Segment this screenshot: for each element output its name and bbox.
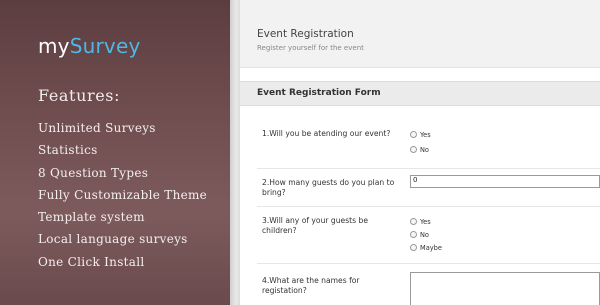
promo-panel: mySurvey Features: Unlimited Surveys Sta… <box>0 0 230 305</box>
guest-names-textarea[interactable] <box>410 272 600 305</box>
question-4-label: 4.What are the names for registation? <box>262 276 360 295</box>
option-label: No <box>420 231 429 239</box>
logo-survey: Survey <box>69 34 141 58</box>
feature-item: 8 Question Types <box>38 165 149 180</box>
question-1-label: 1.Will you be atending our event? <box>262 129 391 138</box>
row-divider <box>257 206 600 207</box>
features-heading: Features: <box>38 86 121 105</box>
survey-form-area: Event Registration Register yourself for… <box>240 0 600 305</box>
option-label: Maybe <box>420 244 442 252</box>
guests-count-input[interactable]: 0 <box>410 175 600 188</box>
radio-icon[interactable] <box>410 218 417 225</box>
event-subtitle: Register yourself for the event <box>257 44 364 52</box>
radio-icon[interactable] <box>410 131 417 138</box>
row-divider <box>257 168 600 169</box>
question-2-label: 2.How many guests do you plan to bring? <box>262 178 395 197</box>
features-list: Unlimited Surveys Statistics 8 Question … <box>38 117 207 273</box>
feature-item: Local language surveys <box>38 232 188 247</box>
form-header: Event Registration Form <box>240 81 600 106</box>
app-logo: mySurvey <box>38 34 141 58</box>
q3-option-maybe[interactable]: Maybe <box>410 244 442 252</box>
option-label: Yes <box>420 131 431 139</box>
radio-icon[interactable] <box>410 231 417 238</box>
feature-item: Template system <box>38 210 145 225</box>
form-title: Event Registration Form <box>257 88 381 98</box>
radio-icon[interactable] <box>410 146 417 153</box>
option-label: No <box>420 146 429 154</box>
panel-divider <box>230 0 240 305</box>
feature-item: Unlimited Surveys <box>38 121 156 135</box>
question-3-label: 3.Will any of your guests be children? <box>262 216 369 235</box>
q1-option-yes[interactable]: Yes <box>410 131 431 139</box>
feature-item: Fully Customizable Theme <box>38 187 208 202</box>
row-divider <box>257 263 600 264</box>
event-header: Event Registration Register yourself for… <box>240 0 600 68</box>
radio-icon[interactable] <box>410 244 417 251</box>
feature-item: Statistics <box>38 143 98 158</box>
q3-option-yes[interactable]: Yes <box>410 218 431 226</box>
feature-item: One Click Install <box>38 254 145 269</box>
option-label: Yes <box>420 218 431 226</box>
q1-option-no[interactable]: No <box>410 146 429 154</box>
logo-my: my <box>38 34 70 58</box>
event-title: Event Registration <box>257 28 354 40</box>
q3-option-no[interactable]: No <box>410 231 429 239</box>
